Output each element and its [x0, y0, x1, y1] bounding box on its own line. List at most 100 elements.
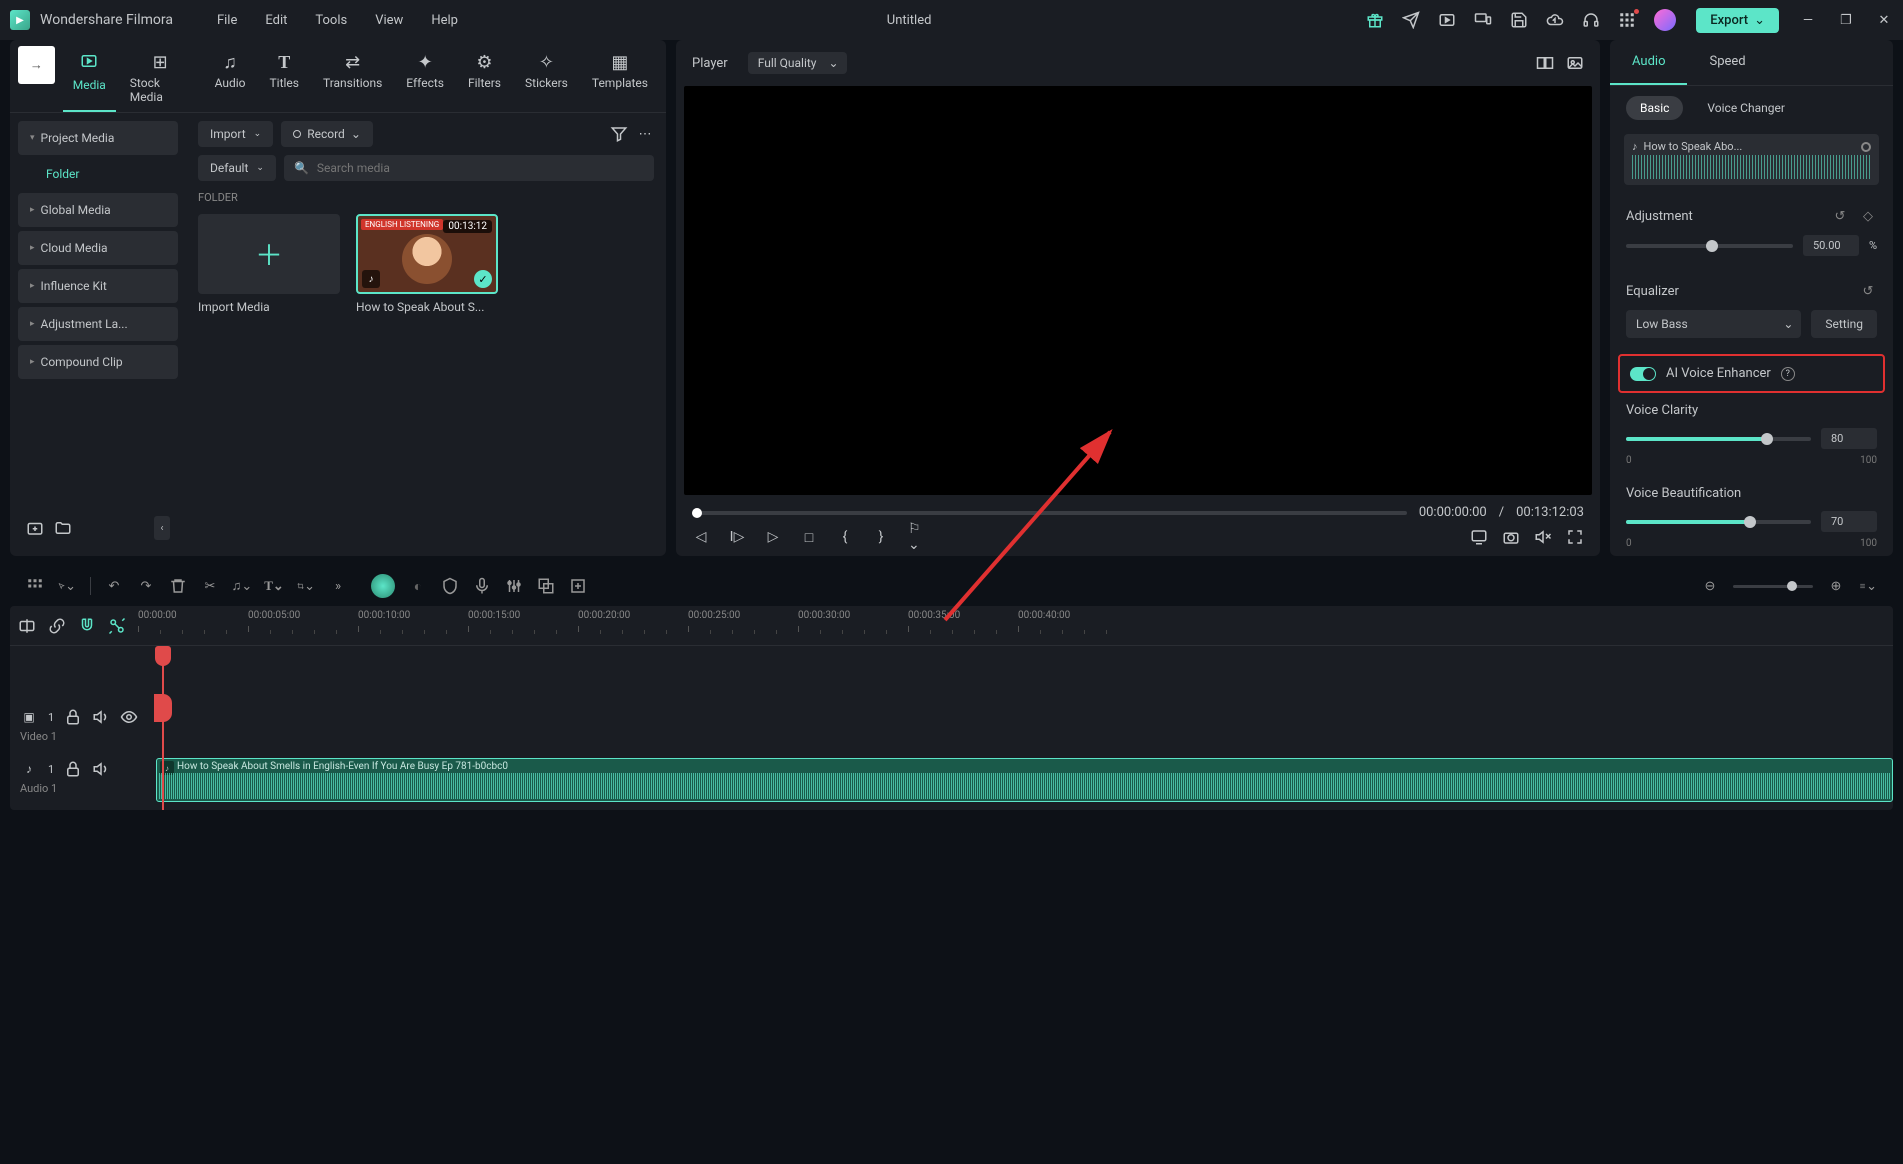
tab-templates[interactable]: ▦Templates: [582, 46, 658, 112]
keyframe-icon[interactable]: ◇: [1859, 207, 1877, 225]
cut-icon[interactable]: ✂: [201, 577, 219, 595]
menu-help[interactable]: Help: [417, 13, 472, 28]
record-button[interactable]: Record⌄: [281, 121, 373, 147]
sidebar-item-folder[interactable]: Folder: [18, 159, 178, 189]
ai-enhancer-toggle[interactable]: [1630, 367, 1656, 381]
new-bin-icon[interactable]: [26, 519, 44, 537]
music-tool-icon[interactable]: ♫⌄: [233, 577, 251, 595]
mark-out-icon[interactable]: }: [872, 528, 890, 546]
mixer-icon[interactable]: [505, 577, 523, 595]
marker-icon[interactable]: ⚐ ⌄: [908, 528, 926, 546]
voice-beaut-slider[interactable]: [1626, 520, 1811, 524]
tab-audio-props[interactable]: Audio: [1610, 40, 1687, 85]
marker-add-icon[interactable]: [569, 577, 587, 595]
audio-lane[interactable]: ♪ How to Speak About Smells in English-E…: [154, 756, 1893, 804]
camera-icon[interactable]: [1502, 528, 1520, 546]
compare-view-icon[interactable]: [1536, 54, 1554, 72]
menu-tools[interactable]: Tools: [301, 13, 361, 28]
audio-mute-icon[interactable]: [92, 760, 110, 778]
fullscreen-icon[interactable]: [1566, 528, 1584, 546]
eq-preset-select[interactable]: Low Bass: [1626, 310, 1801, 338]
maximize-icon[interactable]: ❐: [1837, 11, 1855, 29]
apps-icon[interactable]: [1618, 11, 1636, 29]
info-icon[interactable]: ?: [1781, 367, 1795, 381]
cursor-icon[interactable]: ⌄: [58, 577, 76, 595]
mark-in-icon[interactable]: {: [836, 528, 854, 546]
send-icon[interactable]: [1402, 11, 1420, 29]
search-field[interactable]: [317, 161, 644, 175]
reset-eq-icon[interactable]: ↺: [1859, 282, 1877, 300]
audio-lock-icon[interactable]: [64, 760, 82, 778]
video-preview[interactable]: [684, 86, 1592, 495]
crop-icon[interactable]: ⌄: [297, 577, 315, 595]
tab-speed-props[interactable]: Speed: [1687, 40, 1767, 85]
voice-beaut-value[interactable]: 70: [1821, 511, 1877, 532]
devices-icon[interactable]: [1474, 11, 1492, 29]
tab-transitions[interactable]: ⇄Transitions: [313, 46, 392, 112]
import-dropdown[interactable]: Import⌄: [198, 121, 273, 147]
timeline-ruler[interactable]: 00:00:0000:00:05:0000:00:10:0000:00:15:0…: [138, 606, 1885, 646]
sidebar-item-cloud-media[interactable]: ▸Cloud Media: [18, 231, 178, 265]
sidebar-item-influence-kit[interactable]: ▸Influence Kit: [18, 269, 178, 303]
menu-file[interactable]: File: [203, 13, 251, 28]
tab-effects[interactable]: ✦Effects: [396, 46, 454, 112]
tab-stock-media[interactable]: ⊞Stock Media: [120, 46, 201, 112]
playhead-grip[interactable]: [154, 694, 172, 722]
quality-dropdown[interactable]: Full Quality: [748, 52, 847, 74]
track-visibility-icon[interactable]: [120, 708, 138, 726]
close-icon[interactable]: ✕: [1875, 11, 1893, 29]
mute-icon[interactable]: [1534, 528, 1552, 546]
voice-clarity-slider[interactable]: [1626, 437, 1811, 441]
zoom-in-icon[interactable]: ⊕: [1827, 577, 1845, 595]
menu-edit[interactable]: Edit: [251, 13, 301, 28]
timeline-link-icon[interactable]: [18, 617, 36, 635]
loop-icon[interactable]: [1861, 142, 1871, 152]
play-icon[interactable]: ▷: [764, 528, 782, 546]
undo-icon[interactable]: ↶: [105, 577, 123, 595]
tab-stickers[interactable]: ✧Stickers: [515, 46, 578, 112]
adjustment-slider[interactable]: [1626, 244, 1793, 248]
voice-clarity-value[interactable]: 80: [1821, 428, 1877, 449]
subtab-basic[interactable]: Basic: [1626, 96, 1683, 120]
search-input[interactable]: 🔍: [284, 155, 654, 181]
media-icon[interactable]: [1438, 11, 1456, 29]
tab-titles[interactable]: TTitles: [259, 46, 308, 112]
sidebar-item-project-media[interactable]: ▾Project Media: [18, 121, 178, 155]
overlap-icon[interactable]: [537, 577, 555, 595]
go-button[interactable]: →: [18, 46, 55, 84]
prev-icon[interactable]: ◁: [692, 528, 710, 546]
track-view-icon[interactable]: ⌄: [1859, 577, 1877, 595]
shield-icon[interactable]: [441, 577, 459, 595]
subtab-voice-changer[interactable]: Voice Changer: [1707, 101, 1785, 115]
collapse-sidebar-button[interactable]: ‹: [154, 516, 170, 540]
snapshot-settings-icon[interactable]: [1566, 54, 1584, 72]
media-clip-card[interactable]: ENGLISH LISTENING 00:13:12 ♪ ✓ How to Sp…: [356, 214, 498, 314]
delete-icon[interactable]: [169, 577, 187, 595]
more-icon[interactable]: ⋯: [636, 125, 654, 143]
color-icon[interactable]: ◐: [409, 577, 427, 595]
export-button[interactable]: Export ⌄: [1696, 8, 1779, 33]
sidebar-item-global-media[interactable]: ▸Global Media: [18, 193, 178, 227]
stop-icon[interactable]: □: [800, 528, 818, 546]
mic-icon[interactable]: [473, 577, 491, 595]
avatar[interactable]: [1654, 9, 1676, 31]
ai-orb-icon[interactable]: [371, 574, 395, 598]
text-tool-icon[interactable]: T⌄: [265, 577, 283, 595]
menu-view[interactable]: View: [361, 13, 417, 28]
adjustment-value[interactable]: 50.00: [1803, 235, 1859, 256]
eq-setting-button[interactable]: Setting: [1811, 310, 1877, 338]
import-media-card[interactable]: ＋ Import Media: [198, 214, 340, 314]
save-icon[interactable]: [1510, 11, 1528, 29]
sort-dropdown[interactable]: Default⌄: [198, 155, 276, 181]
sidebar-item-adjustment-layer[interactable]: ▸Adjustment La...: [18, 307, 178, 341]
reset-icon[interactable]: ↺: [1831, 207, 1849, 225]
screen-icon[interactable]: [1470, 528, 1488, 546]
timeline-magnet-icon[interactable]: [78, 617, 96, 635]
player-progress[interactable]: [692, 511, 1407, 515]
lock-icon[interactable]: [64, 708, 82, 726]
audio-clip[interactable]: ♪ How to Speak About Smells in English-E…: [156, 758, 1893, 802]
playhead[interactable]: [162, 650, 164, 810]
filter-icon[interactable]: [610, 125, 628, 143]
redo-icon[interactable]: ↷: [137, 577, 155, 595]
tab-media[interactable]: Media: [63, 46, 116, 112]
